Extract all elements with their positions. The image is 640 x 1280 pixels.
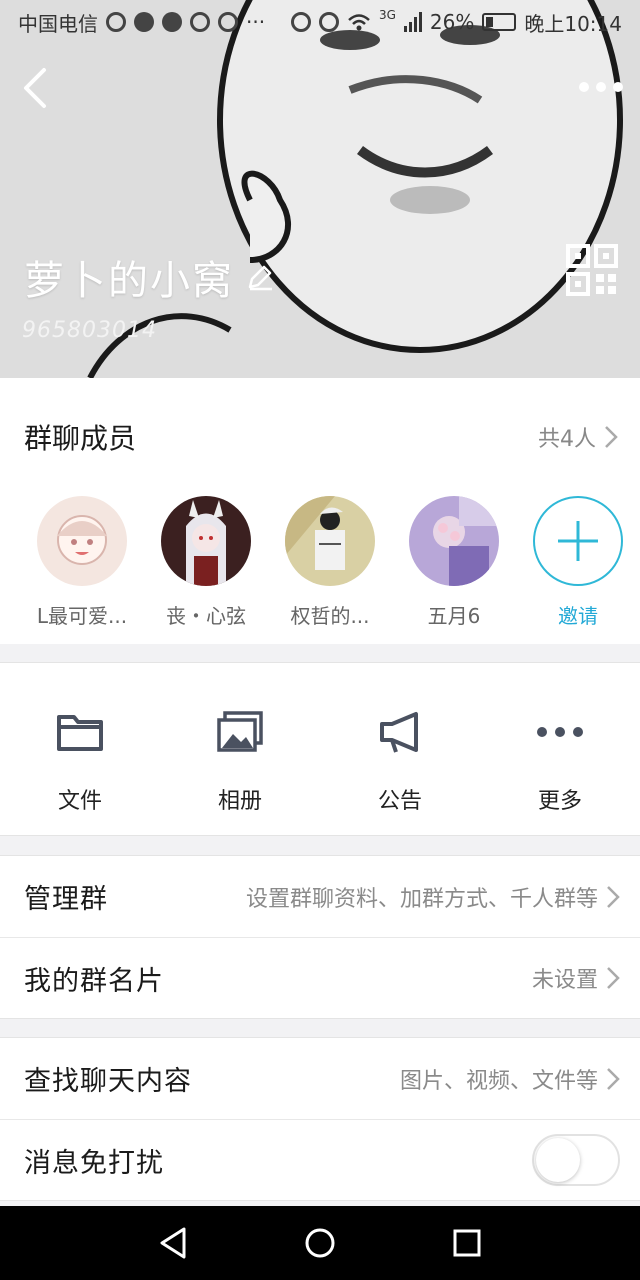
group-card-value: 未设置 [532,962,620,994]
search-chat-row[interactable]: 查找聊天内容 图片、视频、文件等 [0,1038,640,1119]
avatar [285,496,375,586]
member-name: 五月6 [427,604,481,628]
notification-icon [134,12,154,32]
group-card-label: 我的群名片 [24,965,164,997]
album-icon [215,707,265,757]
member-name: 权哲的... [290,604,370,628]
member-name: 丧・心弦 [166,604,246,628]
chevron-right-icon [607,885,620,908]
search-chat-value: 图片、视频、文件等 [400,1063,620,1095]
invite-circle [533,496,623,586]
qr-code-icon [566,244,618,296]
avatar [409,496,499,586]
members-count: 共4人 [538,421,618,453]
headphone-icon [290,12,311,32]
chevron-right-icon [607,1067,620,1090]
nav-back-button[interactable] [143,1213,203,1273]
member-item[interactable]: 丧・心弦 [144,496,268,629]
more-dots-icon [595,82,606,92]
tool-more-label: 更多 [537,789,582,814]
battery-percent-text: 26% [429,10,475,34]
status-bar: 中国电信 ··· 3G 26% 晚上10:14 [0,0,640,44]
nav-home-button[interactable] [290,1213,350,1273]
chevron-right-icon [605,426,618,448]
more-dots-icon [612,82,623,92]
search-chat-value-text: 图片、视频、文件等 [399,1068,598,1094]
manage-group-label: 管理群 [24,884,108,915]
settings-group-1: 管理群 设置群聊资料、加群方式、千人群等 我的群名片 未设置 [0,855,640,1019]
invite-label: 邀请 [558,604,598,628]
member-item[interactable]: L最可爱... [20,496,144,629]
alarm-icon [318,12,339,32]
tool-more[interactable]: 更多 [480,663,640,835]
more-options-button[interactable] [576,70,626,104]
notification-icon [218,12,238,32]
group-card-row[interactable]: 我的群名片 未设置 [0,937,640,1018]
qr-code-button[interactable] [566,244,618,296]
member-list: L最可爱... 丧・心弦 权哲的... 五月6 邀请 [0,496,640,629]
member-item[interactable]: 权哲的... [268,496,392,629]
manage-group-row[interactable]: 管理群 设置群聊资料、加群方式、千人群等 [0,856,640,937]
more-icon [535,707,585,757]
wifi-icon [348,14,370,31]
clock-text: 晚上10:14 [524,11,622,36]
tool-files[interactable]: 文件 [0,663,160,835]
mute-label: 消息免打扰 [24,1147,164,1179]
toggle-knob [536,1138,580,1182]
chevron-left-icon [24,68,46,108]
notification-icon [190,12,210,32]
group-name[interactable]: 萝卜的小窝 [24,248,274,306]
manage-group-value-text: 设置群聊资料、加群方式、千人群等 [245,886,598,912]
tool-files-label: 文件 [57,789,102,814]
battery-icon [482,13,517,31]
members-header[interactable]: 群聊成员 共4人 [0,378,640,496]
notification-icon [162,12,182,32]
folder-icon [55,707,105,757]
carrier-text: 中国电信 [18,11,98,36]
pencil-icon [248,265,272,291]
notification-icon [106,12,126,32]
group-id: 965803014 [22,318,157,343]
manage-group-value: 设置群聊资料、加群方式、千人群等 [246,881,620,913]
more-notifications-icon: ··· [246,10,266,34]
signal-icon [403,12,422,32]
more-dots-icon [579,82,590,92]
members-section: 群聊成员 共4人 L最可爱... 丧・心弦 权哲的... 五月6 邀请 [0,378,640,644]
group-name-text: 萝卜的小窝 [24,258,234,304]
mute-toggle[interactable] [532,1134,620,1186]
system-nav-bar [0,1206,640,1280]
square-recents-icon [453,1229,481,1257]
back-button[interactable] [14,66,58,110]
group-tools: 文件 相册 公告 更多 [0,662,640,836]
group-card-value-text: 未设置 [531,968,598,993]
search-chat-label: 查找聊天内容 [24,1066,192,1097]
network-type-text: 3G [378,7,396,22]
chevron-right-icon [607,967,620,989]
tool-announcement-label: 公告 [377,789,422,814]
avatar [37,496,127,586]
avatar [161,496,251,586]
member-item[interactable]: 五月6 [392,496,516,629]
group-header: 中国电信 ··· 3G 26% 晚上10:14 萝卜的小窝 965803014 [0,0,640,378]
members-count-text: 共4人 [538,427,596,452]
circle-home-icon [305,1228,335,1258]
invite-button[interactable]: 邀请 [516,496,640,629]
tool-album-label: 相册 [217,789,262,814]
plus-icon [558,521,598,561]
triangle-back-icon [160,1227,186,1259]
settings-group-2: 查找聊天内容 图片、视频、文件等 消息免打扰 [0,1037,640,1201]
tool-album[interactable]: 相册 [160,663,320,835]
mute-row: 消息免打扰 [0,1119,640,1200]
megaphone-icon [375,707,425,757]
members-title: 群聊成员 [24,422,137,455]
tool-announcement[interactable]: 公告 [320,663,480,835]
member-name: L最可爱... [36,604,128,628]
nav-recents-button[interactable] [437,1213,497,1273]
